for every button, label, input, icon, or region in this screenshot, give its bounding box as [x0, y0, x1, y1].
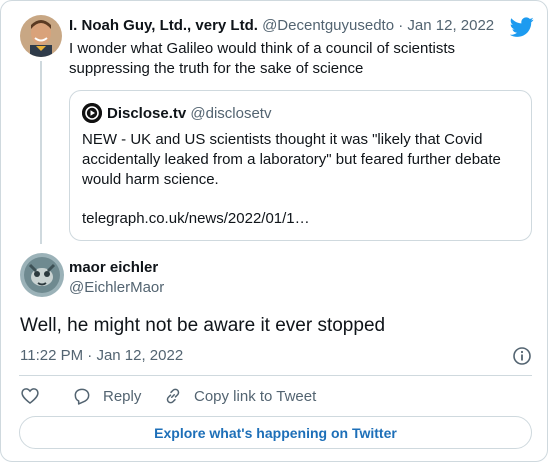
- tweet1-date[interactable]: Jan 12, 2022: [407, 17, 494, 34]
- quoted-header: Disclose.tv @disclosetv: [107, 104, 271, 124]
- tweet1-separator: ·: [398, 17, 404, 34]
- reply-label: Reply: [103, 387, 142, 405]
- avatar-noah-guy[interactable]: [20, 15, 62, 57]
- divider: [19, 375, 532, 376]
- twitter-bird-icon[interactable]: [509, 15, 534, 39]
- tweet2-handle[interactable]: @EichlerMaor: [69, 278, 164, 298]
- tweet1-author-name[interactable]: I. Noah Guy, Ltd., very Ltd.: [69, 17, 258, 34]
- heart-icon: [21, 388, 39, 405]
- tweet2-time: 11:22 PM: [20, 347, 84, 364]
- avatar-maor-eichler[interactable]: [20, 253, 64, 297]
- tweet2-text: Well, he might not be aware it ever stop…: [20, 315, 386, 336]
- tweet1-header: I. Noah Guy, Ltd., very Ltd. @Decentguyu…: [69, 16, 497, 36]
- quoted-tweet[interactable]: Disclose.tv @disclosetv NEW - UK and US …: [69, 90, 532, 241]
- tweet-embed-card: I. Noah Guy, Ltd., very Ltd. @Decentguyu…: [0, 0, 548, 462]
- tweet2-author-name[interactable]: maor eichler: [69, 258, 158, 278]
- quoted-handle: @disclosetv: [190, 105, 272, 122]
- tweet2-timestamp[interactable]: 11:22 PM · Jan 12, 2022: [20, 346, 183, 366]
- quoted-avatar-disclose: [82, 103, 102, 123]
- thread-line: [40, 61, 42, 244]
- copy-link-button[interactable]: Copy link to Tweet: [163, 386, 316, 406]
- like-button[interactable]: [20, 386, 51, 406]
- copy-link-label: Copy link to Tweet: [194, 387, 317, 405]
- speech-bubble-icon: [74, 388, 90, 405]
- quoted-text: NEW - UK and US scientists thought it wa…: [82, 131, 501, 188]
- info-icon[interactable]: [512, 346, 532, 366]
- reply-button[interactable]: Reply: [72, 386, 141, 406]
- tweet1-text: I wonder what Galileo would think of a c…: [69, 40, 456, 77]
- tweet2-separator: ·: [87, 347, 93, 364]
- tweet2-date: Jan 12, 2022: [96, 347, 184, 364]
- quoted-author-name: Disclose.tv: [107, 105, 187, 122]
- link-icon: [166, 388, 180, 404]
- tweet1-handle[interactable]: @Decentguyusedto: [262, 17, 394, 34]
- quoted-link[interactable]: telegraph.co.uk/news/2022/01/1…: [82, 209, 310, 229]
- explore-twitter-button[interactable]: Explore what's happening on Twitter: [19, 416, 532, 449]
- explore-label: Explore what's happening on Twitter: [154, 424, 397, 441]
